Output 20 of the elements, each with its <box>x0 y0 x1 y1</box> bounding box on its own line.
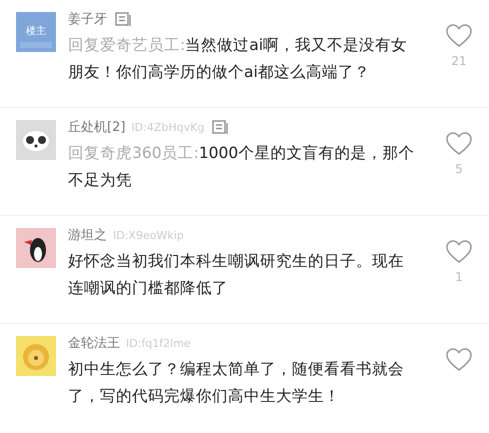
avatar[interactable] <box>16 120 56 160</box>
username[interactable]: 姜子牙 <box>68 10 107 30</box>
like-count: 1 <box>455 269 463 286</box>
note-icon[interactable] <box>212 120 228 136</box>
heart-icon[interactable] <box>446 240 472 264</box>
like-count: 5 <box>455 161 463 178</box>
note-icon[interactable] <box>115 12 131 28</box>
avatar[interactable] <box>16 228 56 268</box>
heart-icon[interactable] <box>446 132 472 156</box>
like-count: 21 <box>451 53 467 70</box>
author-label: 楼主 <box>25 24 47 39</box>
username[interactable]: 游坦之 <box>68 226 107 246</box>
heart-icon[interactable] <box>446 24 472 48</box>
username[interactable]: 丘处机[2] <box>68 118 126 138</box>
comment-text: 初中生怎么了？编程太简单了，随便看看书就会了，写的代码完爆你们高中生大学生！ <box>68 358 405 406</box>
comment-text: 好怀念当初我们本科生嘲讽研究生的日子。现在连嘲讽的门槛都降低了 <box>68 250 405 298</box>
heart-icon[interactable] <box>446 348 472 372</box>
username[interactable]: 金轮法王 <box>68 334 120 354</box>
comment-text: 回复奇虎360员工:1000个星的文盲有的是，那个不足为凭 <box>68 142 416 190</box>
comment-text: 回复爱奇艺员工:当然做过ai啊，我又不是没有女朋友！你们高学历的做个ai都这么高端了？ <box>68 34 408 82</box>
